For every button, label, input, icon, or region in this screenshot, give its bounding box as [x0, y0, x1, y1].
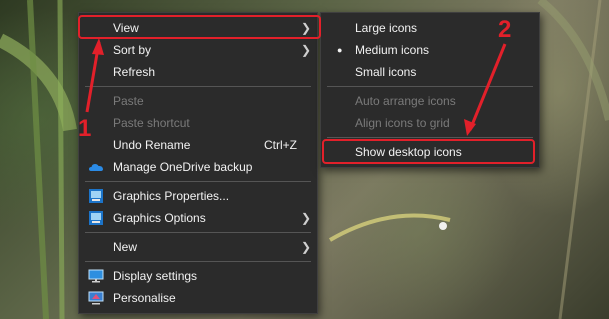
selected-bullet-icon: ●: [337, 45, 343, 55]
submenu-item-align-icons-to-grid: Align icons to grid: [321, 112, 539, 134]
menu-item-new[interactable]: New ❯: [79, 236, 317, 258]
menu-item-label: Refresh: [113, 65, 156, 79]
menu-item-paste-shortcut: Paste shortcut: [79, 112, 317, 134]
submenu-item-small-icons[interactable]: Small icons: [321, 61, 539, 83]
menu-separator: [85, 261, 311, 262]
menu-item-paste: Paste: [79, 90, 317, 112]
menu-separator: [327, 86, 533, 87]
menu-item-shortcut: Ctrl+Z: [264, 138, 297, 152]
menu-item-label: Personalise: [113, 291, 176, 305]
onedrive-icon: [89, 164, 103, 171]
personalise-icon: [88, 291, 104, 305]
desktop-context-menu: View ❯ Sort by ❯ Refresh Paste Paste sho…: [78, 12, 318, 314]
display-icon: [88, 269, 104, 283]
menu-item-label: Medium icons: [355, 43, 430, 57]
menu-item-label: Manage OneDrive backup: [113, 160, 253, 174]
menu-item-manage-onedrive-backup[interactable]: Manage OneDrive backup: [79, 156, 317, 178]
menu-item-label: New: [113, 240, 138, 254]
menu-item-label: Display settings: [113, 269, 198, 283]
menu-item-display-settings[interactable]: Display settings: [79, 265, 317, 287]
menu-separator: [85, 86, 311, 87]
chevron-right-icon: ❯: [300, 211, 311, 225]
menu-item-personalise[interactable]: Personalise: [79, 287, 317, 309]
menu-item-label: Auto arrange icons: [355, 94, 456, 108]
menu-item-label: Large icons: [355, 21, 418, 35]
menu-item-label: Paste shortcut: [113, 116, 190, 130]
view-highlight-box: [78, 15, 321, 39]
menu-item-label: Graphics Properties...: [113, 189, 230, 203]
menu-item-label: Graphics Options: [113, 211, 206, 225]
menu-separator: [85, 181, 311, 182]
chevron-right-icon: ❯: [300, 240, 311, 254]
step-1-label: 1: [78, 115, 92, 142]
menu-item-sort-by[interactable]: Sort by ❯: [79, 39, 317, 61]
submenu-item-auto-arrange-icons: Auto arrange icons: [321, 90, 539, 112]
show-desktop-icons-highlight-box: [322, 139, 535, 164]
graphics-icon: [89, 211, 103, 225]
menu-item-label: Sort by: [113, 43, 152, 57]
menu-item-label: Align icons to grid: [355, 116, 450, 130]
menu-separator: [85, 232, 311, 233]
menu-item-label: Small icons: [355, 65, 417, 79]
step-2-label: 2: [498, 16, 512, 43]
menu-item-refresh[interactable]: Refresh: [79, 61, 317, 83]
menu-item-graphics-properties[interactable]: Graphics Properties...: [79, 185, 317, 207]
menu-separator: [327, 137, 533, 138]
menu-item-label: Paste: [113, 94, 144, 108]
menu-item-graphics-options[interactable]: Graphics Options ❯: [79, 207, 317, 229]
chevron-right-icon: ❯: [300, 43, 311, 57]
graphics-icon: [89, 189, 103, 203]
menu-item-label: Undo Rename: [113, 138, 191, 152]
menu-item-undo-rename[interactable]: Undo Rename Ctrl+Z: [79, 134, 317, 156]
